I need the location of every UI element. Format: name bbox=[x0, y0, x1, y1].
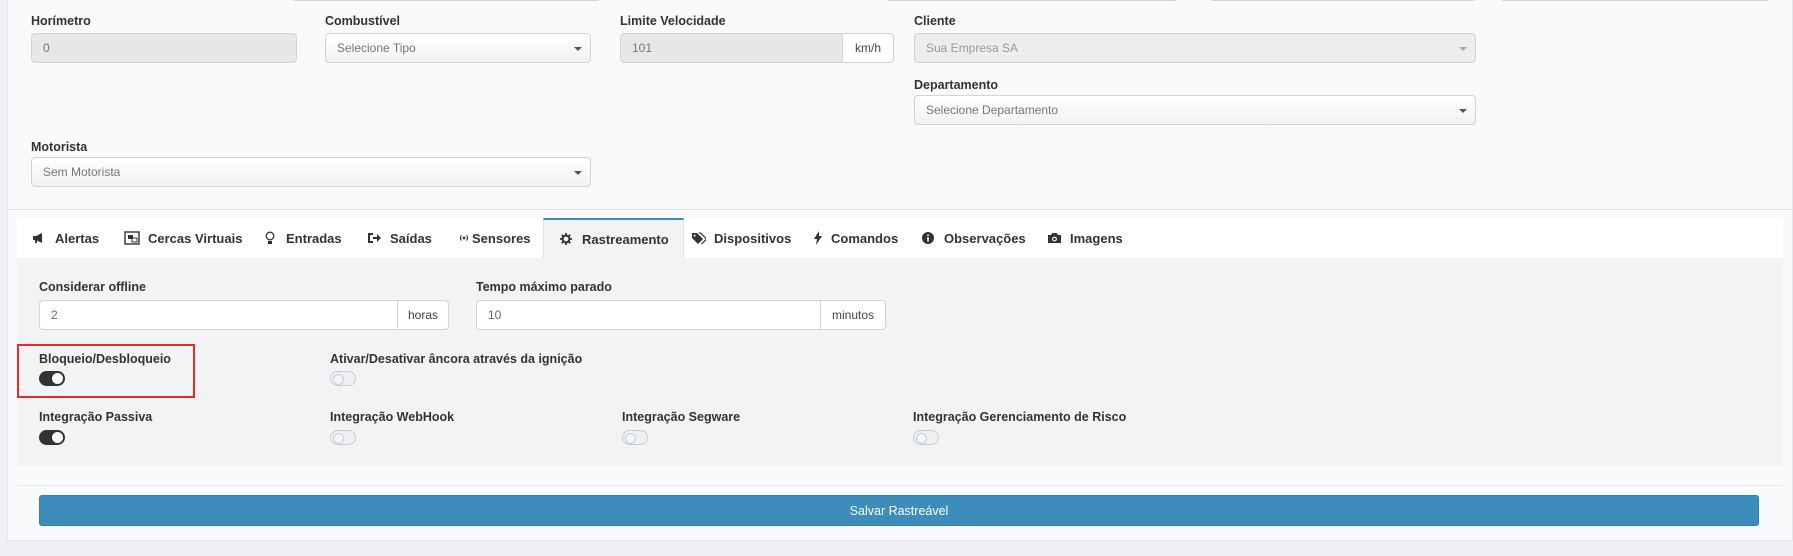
departamento-value: Selecione Departamento bbox=[926, 103, 1059, 117]
motorista-value: Sem Motorista bbox=[43, 165, 121, 179]
tab-comandos[interactable]: Comandos bbox=[813, 218, 898, 258]
section-divider bbox=[7, 209, 1793, 210]
tab-label: Entradas bbox=[286, 230, 342, 246]
lightbulb-icon bbox=[262, 230, 278, 246]
tab-bar: Alertas Cercas Virtuais Entradas Saídas … bbox=[17, 218, 1783, 258]
rastreamento-pane: Considerar offline 2 horas Tempo máximo … bbox=[17, 258, 1783, 466]
tab-label: Observações bbox=[944, 230, 1026, 246]
integracao-passiva-toggle[interactable] bbox=[39, 430, 65, 445]
gear-icon bbox=[558, 231, 574, 247]
ancora-ignicao-label: Ativar/Desativar âncora através da igniç… bbox=[330, 352, 583, 366]
ancora-ignicao-toggle[interactable] bbox=[330, 371, 356, 386]
tags-icon bbox=[690, 230, 706, 246]
info-circle-icon bbox=[920, 230, 936, 246]
tab-entradas[interactable]: Entradas bbox=[262, 218, 342, 258]
motorista-label: Motorista bbox=[31, 140, 88, 154]
tab-label: Sensores bbox=[472, 230, 531, 246]
horimetro-label: Horímetro bbox=[31, 14, 91, 28]
caret-down-icon bbox=[1459, 47, 1467, 51]
tab-observacoes[interactable]: Observações bbox=[920, 218, 1026, 258]
minutos-addon: minutos bbox=[820, 300, 886, 330]
tab-rastreamento[interactable]: Rastreamento bbox=[543, 218, 684, 258]
departamento-select[interactable]: Selecione Departamento bbox=[914, 95, 1476, 125]
limite-velocidade-label: Limite Velocidade bbox=[620, 14, 726, 28]
camera-icon bbox=[1046, 230, 1062, 246]
caret-down-icon bbox=[1459, 109, 1467, 113]
tab-label: Saídas bbox=[390, 230, 432, 246]
cut-off-field[interactable] bbox=[885, 0, 1178, 1]
tab-imagens[interactable]: Imagens bbox=[1046, 218, 1123, 258]
object-group-icon bbox=[124, 230, 140, 246]
tab-label: Imagens bbox=[1070, 230, 1123, 246]
cliente-value: Sua Empresa SA bbox=[926, 41, 1019, 55]
integracao-webhook-toggle[interactable] bbox=[330, 430, 356, 445]
tab-label: Cercas Virtuais bbox=[148, 230, 243, 246]
tempo-maximo-parado-label: Tempo máximo parado bbox=[476, 280, 612, 294]
caret-down-icon bbox=[574, 47, 582, 51]
tab-sensores[interactable]: Sensores bbox=[458, 218, 531, 258]
motorista-select[interactable]: Sem Motorista bbox=[31, 157, 591, 187]
cliente-select[interactable]: Sua Empresa SA bbox=[914, 33, 1476, 63]
combustivel-select[interactable]: Selecione Tipo bbox=[325, 33, 591, 63]
tempo-maximo-parado-field[interactable]: 10 bbox=[476, 300, 821, 330]
cut-off-field[interactable] bbox=[1209, 0, 1477, 1]
integracao-segware-toggle[interactable] bbox=[622, 430, 648, 445]
sign-out-icon bbox=[366, 230, 382, 246]
horimetro-field[interactable]: 0 bbox=[31, 33, 297, 63]
tab-saidas[interactable]: Saídas bbox=[366, 218, 432, 258]
tab-label: Rastreamento bbox=[582, 231, 669, 247]
horas-addon: horas bbox=[397, 300, 449, 330]
integracao-segware-label: Integração Segware bbox=[622, 410, 741, 424]
bolt-icon bbox=[813, 230, 823, 246]
bullhorn-icon bbox=[31, 230, 47, 246]
save-button[interactable]: Salvar Rastreável bbox=[39, 495, 1759, 526]
km-h-addon: km/h bbox=[842, 33, 894, 63]
cliente-label: Cliente bbox=[914, 14, 956, 28]
considerar-offline-field[interactable]: 2 bbox=[39, 300, 398, 330]
tab-cercas-virtuais[interactable]: Cercas Virtuais bbox=[124, 218, 242, 258]
combustivel-value: Selecione Tipo bbox=[337, 41, 416, 55]
departamento-label: Departamento bbox=[914, 78, 999, 92]
limite-velocidade-field[interactable]: 101 bbox=[620, 33, 843, 63]
tab-label: Comandos bbox=[831, 230, 899, 246]
cut-off-field[interactable] bbox=[291, 0, 601, 1]
cut-off-field[interactable] bbox=[1500, 0, 1771, 1]
tab-alertas[interactable]: Alertas bbox=[31, 218, 99, 258]
considerar-offline-label: Considerar offline bbox=[39, 280, 146, 294]
signal-icon bbox=[458, 230, 470, 246]
tab-label: Alertas bbox=[55, 230, 100, 246]
caret-down-icon bbox=[574, 171, 582, 175]
integracao-passiva-label: Integração Passiva bbox=[39, 410, 153, 424]
integracao-webhook-label: Integração WebHook bbox=[330, 410, 455, 424]
tab-label: Dispositivos bbox=[714, 230, 792, 246]
highlight-box bbox=[17, 344, 195, 398]
tab-dispositivos[interactable]: Dispositivos bbox=[690, 218, 791, 258]
combustivel-label: Combustível bbox=[325, 14, 401, 28]
integracao-gerenciamento-risco-label: Integração Gerenciamento de Risco bbox=[913, 410, 1127, 424]
footer-divider bbox=[17, 485, 1783, 486]
integracao-gerenciamento-risco-toggle[interactable] bbox=[913, 430, 939, 445]
